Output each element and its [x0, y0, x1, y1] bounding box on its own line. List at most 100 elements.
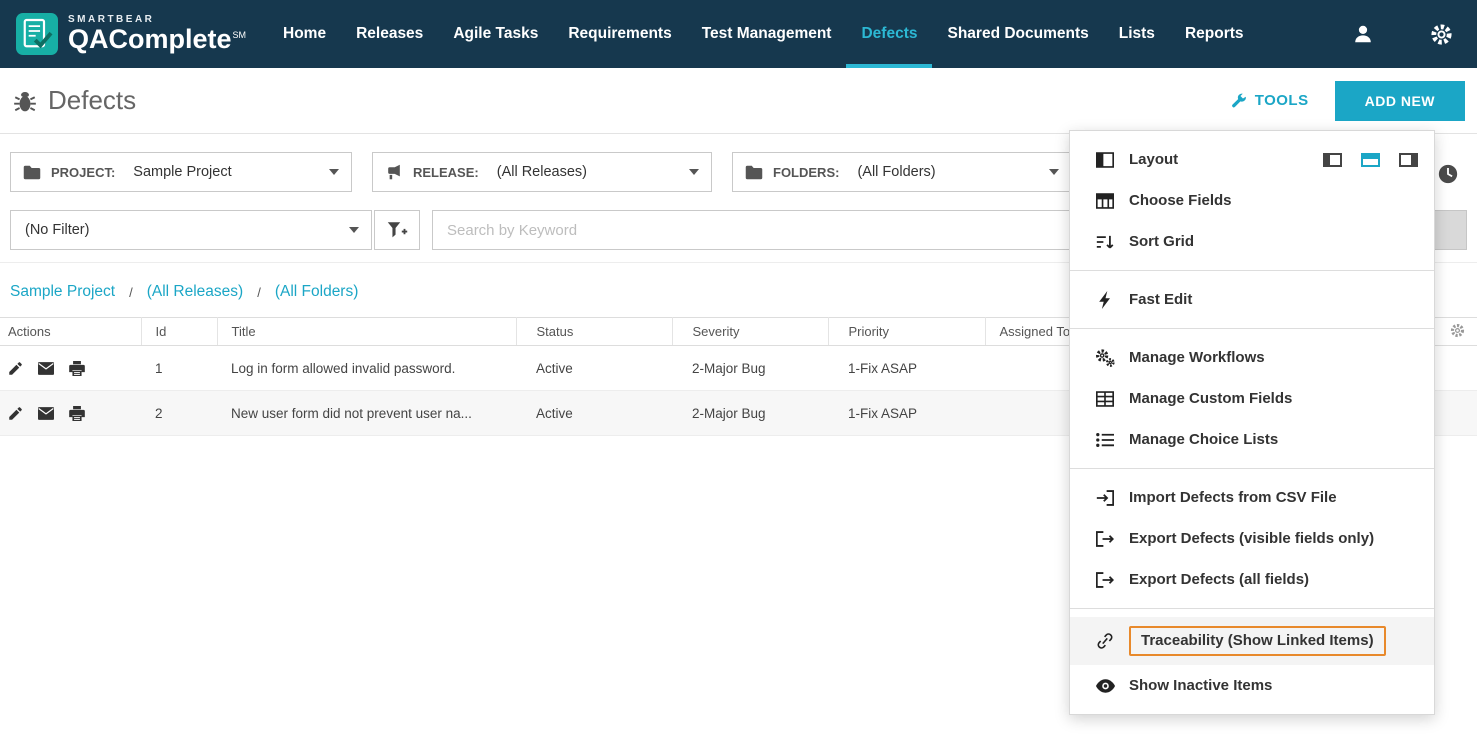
- column-header-priority[interactable]: Priority: [828, 318, 985, 346]
- project-label: PROJECT:: [51, 165, 115, 180]
- layout-right-panel-icon[interactable]: [1399, 153, 1418, 167]
- column-header-title[interactable]: Title: [217, 318, 516, 346]
- layout-left-panel-icon[interactable]: [1323, 153, 1342, 167]
- release-dropdown[interactable]: RELEASE: (All Releases): [372, 152, 712, 192]
- nav-item-agile-tasks[interactable]: Agile Tasks: [438, 0, 553, 68]
- cell-status: Active: [516, 346, 672, 391]
- layout-icon: [1094, 152, 1116, 168]
- column-header-status[interactable]: Status: [516, 318, 672, 346]
- menu-divider: [1070, 270, 1434, 271]
- menu-item-label: Manage Choice Lists: [1129, 431, 1278, 448]
- nav-item-test-management[interactable]: Test Management: [687, 0, 847, 68]
- folders-dropdown[interactable]: FOLDERS: (All Folders): [732, 152, 1072, 192]
- column-header-severity[interactable]: Severity: [672, 318, 828, 346]
- page-header: Defects TOOLS ADD NEW: [0, 68, 1477, 134]
- email-icon[interactable]: [38, 407, 54, 420]
- menu-item-label: Export Defects (all fields): [1129, 571, 1309, 588]
- nav-item-lists[interactable]: Lists: [1104, 0, 1170, 68]
- menu-item-label: Manage Workflows: [1129, 349, 1265, 366]
- add-new-button[interactable]: ADD NEW: [1335, 81, 1465, 121]
- menu-item-fast-edit[interactable]: Fast Edit: [1070, 279, 1434, 320]
- menu-item-show-inactive[interactable]: Show Inactive Items: [1070, 665, 1434, 706]
- row-actions: [0, 406, 141, 421]
- menu-divider: [1070, 468, 1434, 469]
- menu-item-label: Traceability (Show Linked Items): [1129, 626, 1386, 656]
- release-label: RELEASE:: [413, 165, 479, 180]
- sort-icon: [1094, 234, 1116, 250]
- list-icon: [1094, 432, 1116, 448]
- cell-priority: 1-Fix ASAP: [828, 346, 985, 391]
- page-title: Defects: [12, 85, 136, 116]
- menu-item-traceability[interactable]: Traceability (Show Linked Items): [1070, 617, 1434, 665]
- nav-item-shared-documents[interactable]: Shared Documents: [932, 0, 1103, 68]
- menu-divider: [1070, 328, 1434, 329]
- wrench-icon: [1230, 92, 1247, 109]
- menu-divider: [1070, 608, 1434, 609]
- cell-title: New user form did not prevent user na...: [217, 391, 516, 436]
- nav-item-defects[interactable]: Defects: [846, 0, 932, 68]
- edit-icon[interactable]: [8, 361, 23, 376]
- header-actions: TOOLS ADD NEW: [1230, 81, 1465, 121]
- cell-severity: 2-Major Bug: [672, 391, 828, 436]
- breadcrumb-release-link[interactable]: (All Releases): [147, 283, 243, 301]
- print-icon[interactable]: [69, 406, 85, 421]
- email-icon[interactable]: [38, 362, 54, 375]
- chevron-down-icon: [1049, 169, 1059, 175]
- tools-menu: Layout Choose Fields Sort Grid Fa: [1069, 130, 1435, 715]
- edit-icon[interactable]: [8, 406, 23, 421]
- brand-logo[interactable]: SMARTBEAR QACompleteSM: [0, 0, 268, 68]
- user-icon[interactable]: [1352, 23, 1374, 45]
- menu-item-layout[interactable]: Layout: [1070, 139, 1434, 180]
- export-icon: [1094, 572, 1116, 588]
- breadcrumb-project-link[interactable]: Sample Project: [10, 283, 115, 301]
- cell-title: Log in form allowed invalid password.: [217, 346, 516, 391]
- print-icon[interactable]: [69, 361, 85, 376]
- brand-text: SMARTBEAR QACompleteSM: [68, 15, 246, 54]
- folder-icon: [23, 165, 41, 180]
- choose-fields-icon: [1094, 193, 1116, 209]
- menu-item-export-defects-visible[interactable]: Export Defects (visible fields only): [1070, 518, 1434, 559]
- page-title-text: Defects: [48, 85, 136, 116]
- eye-icon: [1094, 679, 1116, 693]
- project-dropdown[interactable]: PROJECT: Sample Project: [10, 152, 352, 192]
- nav-item-requirements[interactable]: Requirements: [553, 0, 686, 68]
- menu-item-import-defects[interactable]: Import Defects from CSV File: [1070, 477, 1434, 518]
- breadcrumb-separator: /: [257, 285, 261, 300]
- tools-button[interactable]: TOOLS: [1230, 92, 1309, 109]
- add-filter-button[interactable]: [374, 210, 420, 250]
- grid-settings-icon[interactable]: [1450, 323, 1465, 338]
- chevron-down-icon: [689, 169, 699, 175]
- saved-filter-value: (No Filter): [25, 222, 89, 238]
- breadcrumb-folder-link[interactable]: (All Folders): [275, 283, 359, 301]
- menu-item-manage-custom-fields[interactable]: Manage Custom Fields: [1070, 378, 1434, 419]
- column-header-actions[interactable]: Actions: [0, 318, 141, 346]
- tools-label: TOOLS: [1255, 92, 1309, 109]
- layout-top-panel-icon[interactable]: [1361, 153, 1380, 167]
- column-header-id[interactable]: Id: [141, 318, 217, 346]
- nav-item-releases[interactable]: Releases: [341, 0, 438, 68]
- menu-item-label: Export Defects (visible fields only): [1129, 530, 1374, 547]
- cell-status: Active: [516, 391, 672, 436]
- menu-item-choose-fields[interactable]: Choose Fields: [1070, 180, 1434, 221]
- project-value: Sample Project: [133, 164, 231, 180]
- history-clock-icon[interactable]: [1437, 163, 1459, 185]
- main-nav: Home Releases Agile Tasks Requirements T…: [268, 0, 1259, 68]
- saved-filter-dropdown[interactable]: (No Filter): [10, 210, 372, 250]
- menu-item-sort-grid[interactable]: Sort Grid: [1070, 221, 1434, 262]
- menu-item-label: Fast Edit: [1129, 291, 1192, 308]
- menu-item-manage-choice-lists[interactable]: Manage Choice Lists: [1070, 419, 1434, 460]
- gear-icon[interactable]: [1430, 23, 1453, 46]
- nav-item-reports[interactable]: Reports: [1170, 0, 1259, 68]
- folders-label: FOLDERS:: [773, 165, 839, 180]
- row-actions: [0, 361, 141, 376]
- menu-item-label: Import Defects from CSV File: [1129, 489, 1337, 506]
- smartbear-logo-icon: [16, 13, 58, 55]
- menu-item-export-defects-all[interactable]: Export Defects (all fields): [1070, 559, 1434, 600]
- import-icon: [1094, 490, 1116, 506]
- menu-item-manage-workflows[interactable]: Manage Workflows: [1070, 337, 1434, 378]
- nav-item-home[interactable]: Home: [268, 0, 341, 68]
- brand-qacomplete-text: QACompleteSM: [68, 25, 246, 53]
- folders-value: (All Folders): [857, 164, 935, 180]
- cell-id: 1: [141, 346, 217, 391]
- menu-item-label: Layout: [1129, 151, 1178, 168]
